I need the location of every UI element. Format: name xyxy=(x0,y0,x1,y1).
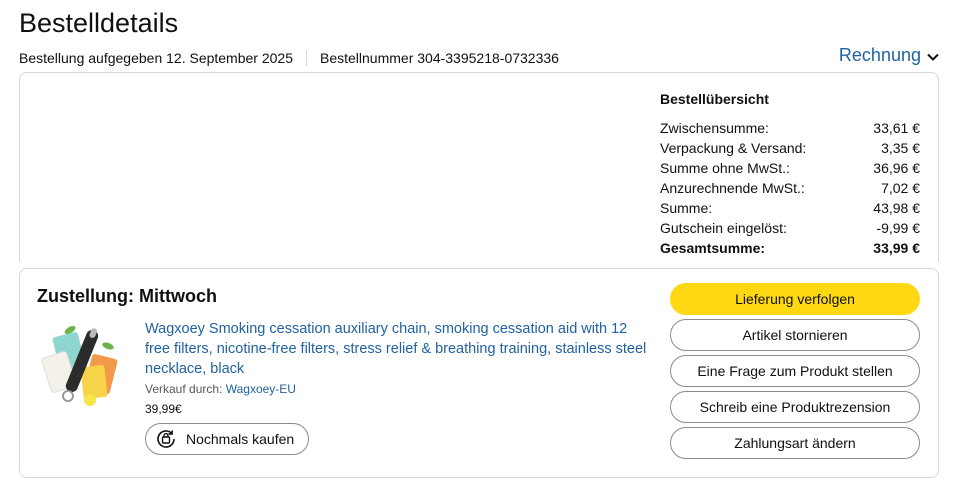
summary-row: Verpackung & Versand: 3,35 € xyxy=(660,139,920,159)
product-price: 39,99€ xyxy=(145,402,182,416)
page-title: Bestelldetails xyxy=(19,8,179,38)
summary-total-label: Gesamtsumme: xyxy=(660,240,766,256)
ask-question-button[interactable]: Eine Frage zum Produkt stellen xyxy=(670,355,920,387)
change-payment-button[interactable]: Zahlungsart ändern xyxy=(670,427,920,459)
summary-label: Anzurechnende MwSt.: xyxy=(660,180,805,196)
seller-prefix: Verkauf durch: xyxy=(145,382,226,396)
invoice-label: Rechnung xyxy=(838,45,921,65)
order-meta: Bestellung aufgegeben 12. September 2025… xyxy=(19,50,559,66)
buy-again-button[interactable]: Nochmals kaufen xyxy=(145,423,309,455)
seller-link[interactable]: Wagxoey-EU xyxy=(226,382,296,396)
summary-value: -9,99 € xyxy=(876,220,920,236)
summary-title: Bestellübersicht xyxy=(660,91,769,107)
summary-value: 43,98 € xyxy=(873,200,920,216)
summary-label: Summe ohne MwSt.: xyxy=(660,160,790,176)
divider xyxy=(306,50,307,66)
order-date: Bestellung aufgegeben 12. September 2025 xyxy=(19,50,293,66)
cancel-item-button[interactable]: Artikel stornieren xyxy=(670,319,920,351)
summary-label: Gutschein eingelöst: xyxy=(660,220,787,236)
chevron-down-icon xyxy=(927,45,939,66)
order-number: Bestellnummer 304-3395218-0732336 xyxy=(320,50,559,66)
summary-value: 3,35 € xyxy=(881,140,920,156)
summary-value: 33,61 € xyxy=(873,120,920,136)
delivery-title: Zustellung: Mittwoch xyxy=(37,286,217,306)
buy-again-label: Nochmals kaufen xyxy=(186,431,295,447)
summary-row: Gutschein eingelöst: -9,99 € xyxy=(660,219,920,239)
summary-value: 7,02 € xyxy=(881,180,920,196)
summary-row: Zwischensumme: 33,61 € xyxy=(660,119,920,139)
summary-row: Summe ohne MwSt.: 36,96 € xyxy=(660,159,920,179)
summary-row: Anzurechnende MwSt.: 7,02 € xyxy=(660,179,920,199)
summary-total-value: 33,99 € xyxy=(873,240,920,256)
seller-info: Verkauf durch: Wagxoey-EU xyxy=(145,382,296,396)
summary-total-row: Gesamtsumme: 33,99 € xyxy=(660,239,920,259)
summary-row: Summe: 43,98 € xyxy=(660,199,920,219)
product-title-link[interactable]: Wagxoey Smoking cessation auxiliary chai… xyxy=(145,319,655,379)
summary-label: Zwischensumme: xyxy=(660,120,769,136)
track-delivery-button[interactable]: Lieferung verfolgen xyxy=(670,283,920,315)
action-buttons: Lieferung verfolgen Artikel stornieren E… xyxy=(670,283,920,463)
product-image[interactable] xyxy=(40,320,130,408)
buy-again-icon xyxy=(154,427,178,451)
write-review-button[interactable]: Schreib eine Produktrezension xyxy=(670,391,920,423)
summary-label: Summe: xyxy=(660,200,713,216)
order-summary: Bestellübersicht Zwischensumme: 33,61 € … xyxy=(660,91,920,259)
summary-label: Verpackung & Versand: xyxy=(660,140,807,156)
summary-value: 36,96 € xyxy=(873,160,920,176)
invoice-dropdown[interactable]: Rechnung xyxy=(839,45,939,66)
